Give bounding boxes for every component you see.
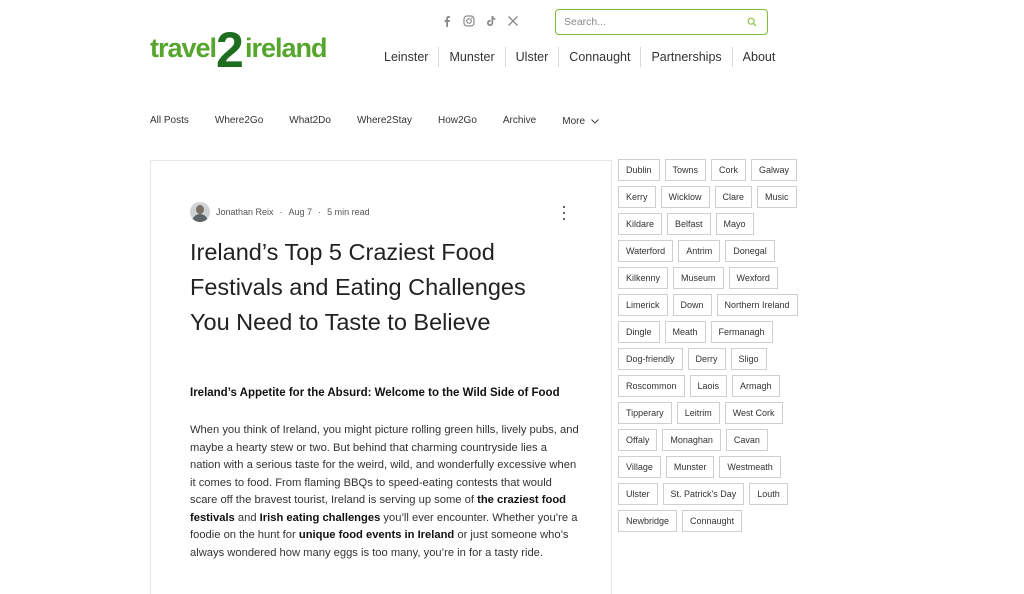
tag-wexford[interactable]: Wexford (728, 267, 778, 289)
nav-about[interactable]: About (731, 47, 786, 67)
tag-galway[interactable]: Galway (751, 159, 798, 181)
tag-belfast[interactable]: Belfast (667, 213, 711, 235)
tag-tipperary[interactable]: Tipperary (618, 402, 672, 424)
tag-roscommon[interactable]: Roscommon (618, 375, 685, 397)
tag-monaghan[interactable]: Monaghan (662, 429, 721, 451)
tag-louth[interactable]: Louth (749, 483, 788, 505)
logo-text-travel: travel (150, 33, 216, 63)
tag-cavan[interactable]: Cavan (725, 429, 768, 451)
chevron-down-icon (591, 118, 599, 124)
category-all-posts[interactable]: All Posts (150, 115, 189, 127)
tag-museum[interactable]: Museum (673, 267, 724, 289)
post-title: Ireland’s Top 5 Craziest Food Festivals … (190, 239, 526, 335)
category-how2go[interactable]: How2Go (438, 115, 477, 127)
blog-category-nav: All Posts Where2Go What2Do Where2Stay Ho… (150, 115, 599, 127)
site-logo[interactable]: travel 2 ireland (150, 24, 332, 72)
tag-dublin[interactable]: Dublin (618, 159, 660, 181)
tag-newbridge[interactable]: Newbridge (618, 510, 678, 532)
meta-separator: · (318, 207, 322, 217)
tag-offaly[interactable]: Offaly (618, 429, 658, 451)
tag-cork[interactable]: Cork (711, 159, 747, 181)
category-where2stay[interactable]: Where2Stay (357, 115, 412, 127)
bold-text: Irish eating challenges (259, 511, 381, 524)
nav-partnerships[interactable]: Partnerships (640, 47, 731, 67)
tiktok-icon[interactable] (484, 13, 498, 29)
tag-waterford[interactable]: Waterford (618, 240, 674, 262)
tag-munster[interactable]: Munster (665, 456, 715, 478)
tag-music[interactable]: Music (757, 186, 797, 208)
nav-connaught[interactable]: Connaught (558, 47, 640, 67)
tag-kildare[interactable]: Kildare (618, 213, 663, 235)
author-name[interactable]: Jonathan Reix (216, 207, 274, 217)
search-icon[interactable] (745, 15, 759, 29)
tag-donegal[interactable]: Donegal (725, 240, 775, 262)
tag-cloud: Dublin Towns Cork Galway Kerry Wicklow Clare Mu… (618, 159, 798, 532)
tag-dingle[interactable]: Dingle (618, 321, 660, 343)
tag-connaught[interactable]: Connaught (682, 510, 743, 532)
tag-kerry[interactable]: Kerry (618, 186, 656, 208)
tag-fermanagh[interactable]: Fermanagh (710, 321, 773, 343)
tag-wicklow[interactable]: Wicklow (660, 186, 710, 208)
nav-munster[interactable]: Munster (438, 47, 504, 67)
tag-northern-ireland[interactable]: Northern Ireland (716, 294, 798, 316)
facebook-icon[interactable] (440, 13, 454, 29)
category-where2go[interactable]: Where2Go (215, 115, 263, 127)
social-links (440, 13, 520, 29)
logo-text-ireland: ireland (245, 33, 327, 63)
logo-text-2: 2 (216, 24, 244, 72)
tag-towns[interactable]: Towns (664, 159, 707, 181)
tag-limerick[interactable]: Limerick (618, 294, 668, 316)
tag-westmeath[interactable]: Westmeath (719, 456, 781, 478)
post-subtitle: Ireland’s Appetite for the Absurd: Welco… (190, 387, 560, 399)
more-actions-icon[interactable] (561, 206, 567, 220)
tag-village[interactable]: Village (618, 456, 661, 478)
x-icon[interactable] (506, 13, 520, 29)
tag-meath[interactable]: Meath (664, 321, 706, 343)
tag-st-patrick-s-day[interactable]: St. Patrick's Day (662, 483, 745, 505)
author-avatar[interactable] (190, 202, 210, 222)
nav-leinster[interactable]: Leinster (374, 47, 438, 67)
tag-antrim[interactable]: Antrim (678, 240, 721, 262)
post-date: Aug 7 (288, 207, 313, 217)
post-meta: Jonathan Reix · Aug 7 · 5 min read (190, 202, 370, 222)
tag-laois[interactable]: Laois (689, 375, 728, 397)
tag-sligo[interactable]: Sligo (730, 348, 767, 370)
post-paragraph: When you think of Ireland, you might pic… (190, 424, 579, 559)
category-what2do[interactable]: What2Do (289, 115, 331, 127)
tag-west-cork[interactable]: West Cork (724, 402, 783, 424)
tag-leitrim[interactable]: Leitrim (676, 402, 720, 424)
more-label: More (562, 115, 586, 127)
main-nav: Leinster Munster Ulster Connaught Partne… (374, 47, 785, 67)
nav-ulster[interactable]: Ulster (504, 47, 559, 67)
read-time: 5 min read (327, 207, 370, 217)
tag-ulster[interactable]: Ulster (618, 483, 658, 505)
category-archive[interactable]: Archive (503, 115, 536, 127)
bold-text: unique food events in Ireland (298, 529, 455, 541)
tag-clare[interactable]: Clare (714, 186, 753, 208)
tag-dog-friendly[interactable]: Dog-friendly (618, 348, 683, 370)
tag-down[interactable]: Down (672, 294, 712, 316)
meta-separator: · (279, 207, 283, 217)
post-card: Jonathan Reix · Aug 7 · 5 min read Irela… (150, 160, 612, 594)
search-input[interactable] (564, 16, 745, 28)
tag-kilkenny[interactable]: Kilkenny (618, 267, 669, 289)
tag-mayo[interactable]: Mayo (715, 213, 754, 235)
tag-armagh[interactable]: Armagh (732, 375, 780, 397)
tag-derry[interactable]: Derry (687, 348, 726, 370)
category-more-dropdown[interactable]: More (562, 116, 599, 127)
instagram-icon[interactable] (462, 13, 476, 29)
search-box (555, 9, 768, 35)
